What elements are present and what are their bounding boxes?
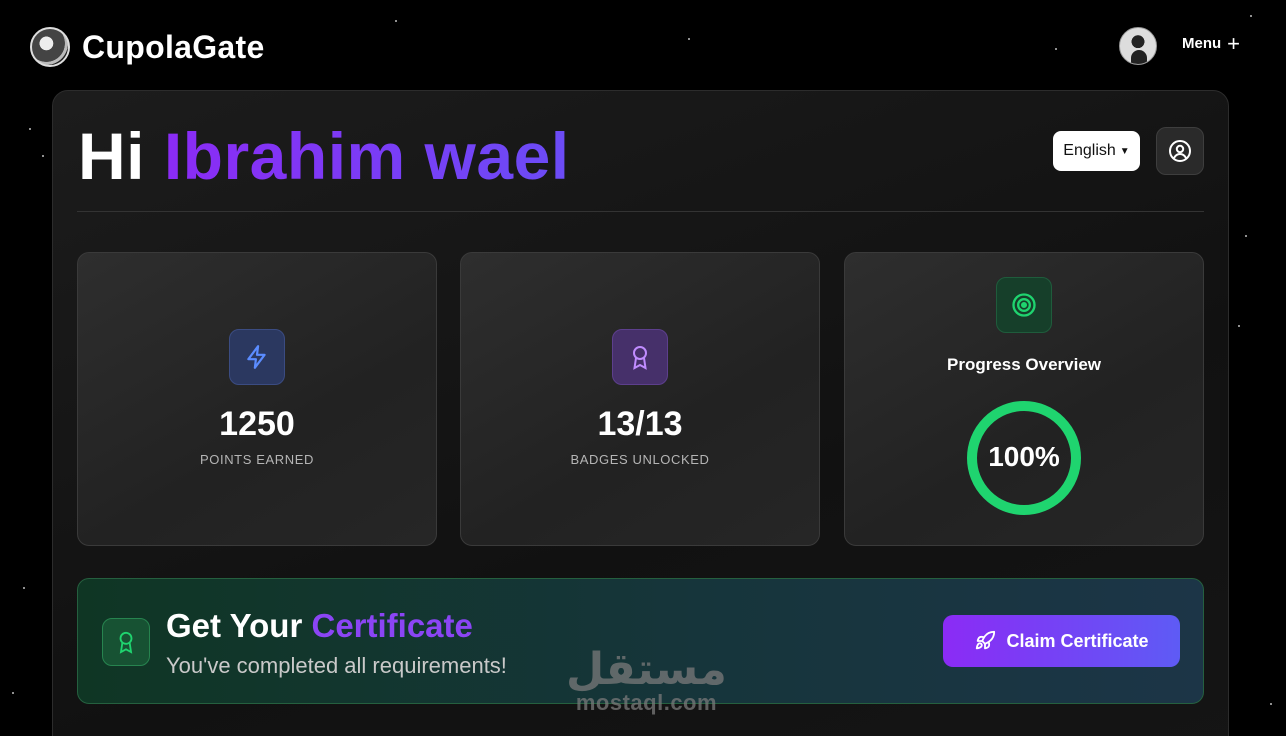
certificate-subtitle: You've completed all requirements! <box>166 653 507 678</box>
lightning-icon <box>229 329 285 385</box>
points-value: 1250 <box>219 405 295 443</box>
star <box>1270 703 1272 705</box>
star <box>23 587 25 589</box>
top-bar: CupolaGate Menu + <box>0 0 1286 90</box>
progress-percent: 100% <box>988 441 1060 472</box>
progress-card: Progress Overview 100% <box>844 252 1204 546</box>
divider <box>77 211 1204 212</box>
watermark-arabic: مستقل <box>566 644 727 695</box>
greeting-hi: Hi <box>78 119 145 193</box>
logo-icon[interactable] <box>30 27 70 67</box>
award-icon <box>102 618 150 666</box>
profile-button[interactable] <box>1156 127 1204 175</box>
target-icon <box>996 277 1052 333</box>
plus-icon: + <box>1227 30 1241 56</box>
star <box>42 155 44 157</box>
certificate-title-accent: Certificate <box>311 607 473 644</box>
chevron-down-icon: ▼ <box>1119 146 1130 157</box>
brand-name[interactable]: CupolaGate <box>82 29 265 66</box>
claim-certificate-button[interactable]: Claim Certificate <box>943 615 1180 667</box>
points-card: 1250 POINTS EARNED <box>77 252 437 546</box>
menu-button[interactable]: Menu + <box>1182 30 1241 56</box>
certificate-title: Get Your Certificate <box>166 607 473 645</box>
language-selected: English <box>1063 142 1116 159</box>
star <box>12 692 14 694</box>
certificate-title-plain: Get Your <box>166 607 303 644</box>
rocket-icon <box>976 630 996 650</box>
user-circle-icon <box>1169 140 1191 162</box>
progress-title: Progress Overview <box>946 355 1102 374</box>
user-name: Ibrahim wael <box>163 119 570 193</box>
badge-icon <box>612 329 668 385</box>
greeting-heading: Hi Ibrahim wael <box>78 118 570 194</box>
menu-label: Menu <box>1182 35 1222 52</box>
points-label: POINTS EARNED <box>200 452 314 467</box>
star <box>29 128 31 130</box>
avatar[interactable] <box>1119 27 1157 65</box>
watermark: مستقل mostaql.com <box>566 644 727 716</box>
language-select[interactable]: English ▼ <box>1053 131 1140 171</box>
badges-value: 13/13 <box>597 405 683 443</box>
claim-label: Claim Certificate <box>1006 630 1149 651</box>
badges-label: BADGES UNLOCKED <box>570 452 710 467</box>
star <box>1238 325 1240 327</box>
badges-card: 13/13 BADGES UNLOCKED <box>460 252 820 546</box>
star <box>1245 235 1247 237</box>
watermark-latin: mostaql.com <box>575 690 718 715</box>
